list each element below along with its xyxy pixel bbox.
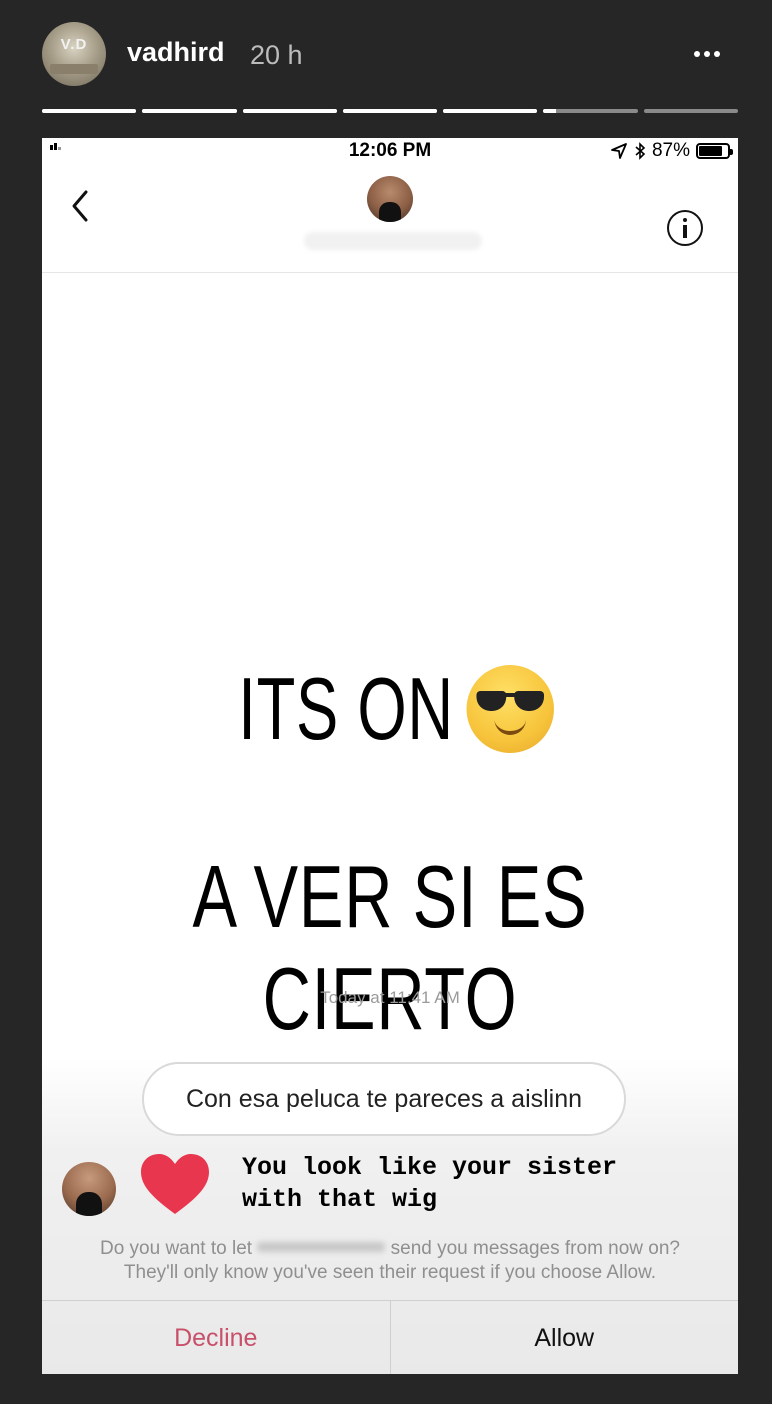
back-chevron-icon[interactable]: [66, 186, 96, 226]
heart-icon: [141, 1154, 209, 1214]
message-request-note: They'll only know you've seen their requ…: [123, 1262, 657, 1283]
story-progress-segment: [543, 109, 638, 113]
story-progress-segment: [42, 109, 137, 113]
story-progress-segment: [142, 109, 237, 113]
info-icon[interactable]: [667, 210, 703, 246]
more-options-icon[interactable]: [694, 40, 734, 70]
dm-screenshot: 12:06 PM 87% ITS ON A VER SI ES CIERTO T…: [42, 138, 738, 1374]
sender-avatar[interactable]: [62, 1162, 116, 1216]
location-arrow-icon: [611, 143, 627, 159]
story-avatar[interactable]: V.D: [42, 22, 106, 86]
translation-annotation: You look like your sister with that wig: [242, 1153, 618, 1214]
story-header: V.D vadhird 20 h: [0, 0, 772, 110]
request-actions: Decline Allow: [42, 1300, 738, 1374]
story-progress-segment: [443, 109, 538, 113]
sunglasses-emoji-icon: [466, 665, 554, 753]
redacted-username: [304, 232, 482, 250]
bluetooth-icon: [635, 142, 646, 160]
overlay-text-line1: ITS ON: [139, 658, 640, 760]
story-time: 20 h: [250, 40, 303, 70]
decline-button[interactable]: Decline: [42, 1301, 391, 1374]
story-progress-segment: [342, 109, 438, 113]
contact-avatar[interactable]: [367, 176, 413, 222]
battery-percent: 87%: [651, 140, 690, 161]
story-username[interactable]: vadhird: [127, 37, 225, 68]
status-bar: 12:06 PM 87%: [42, 138, 738, 164]
story-progress-segment: [242, 109, 337, 113]
avatar-monogram: V.D: [60, 36, 88, 53]
message-timestamp: Today at 11:41 AM: [320, 988, 460, 1007]
message-bubble-text: Con esa peluca te pareces a aislinn: [185, 1084, 583, 1113]
message-bubble[interactable]: Con esa peluca te pareces a aislinn: [142, 1062, 626, 1136]
message-request-prompt: Do you want to let send you messages fro…: [99, 1238, 681, 1259]
redacted-username: [257, 1242, 386, 1252]
story-progress-segment: [643, 109, 738, 113]
conversation-header: [42, 164, 738, 273]
overlay-text-line2: A VER SI ES CIERTO: [192, 847, 588, 1048]
allow-button[interactable]: Allow: [391, 1301, 739, 1374]
battery-icon: [696, 143, 733, 159]
